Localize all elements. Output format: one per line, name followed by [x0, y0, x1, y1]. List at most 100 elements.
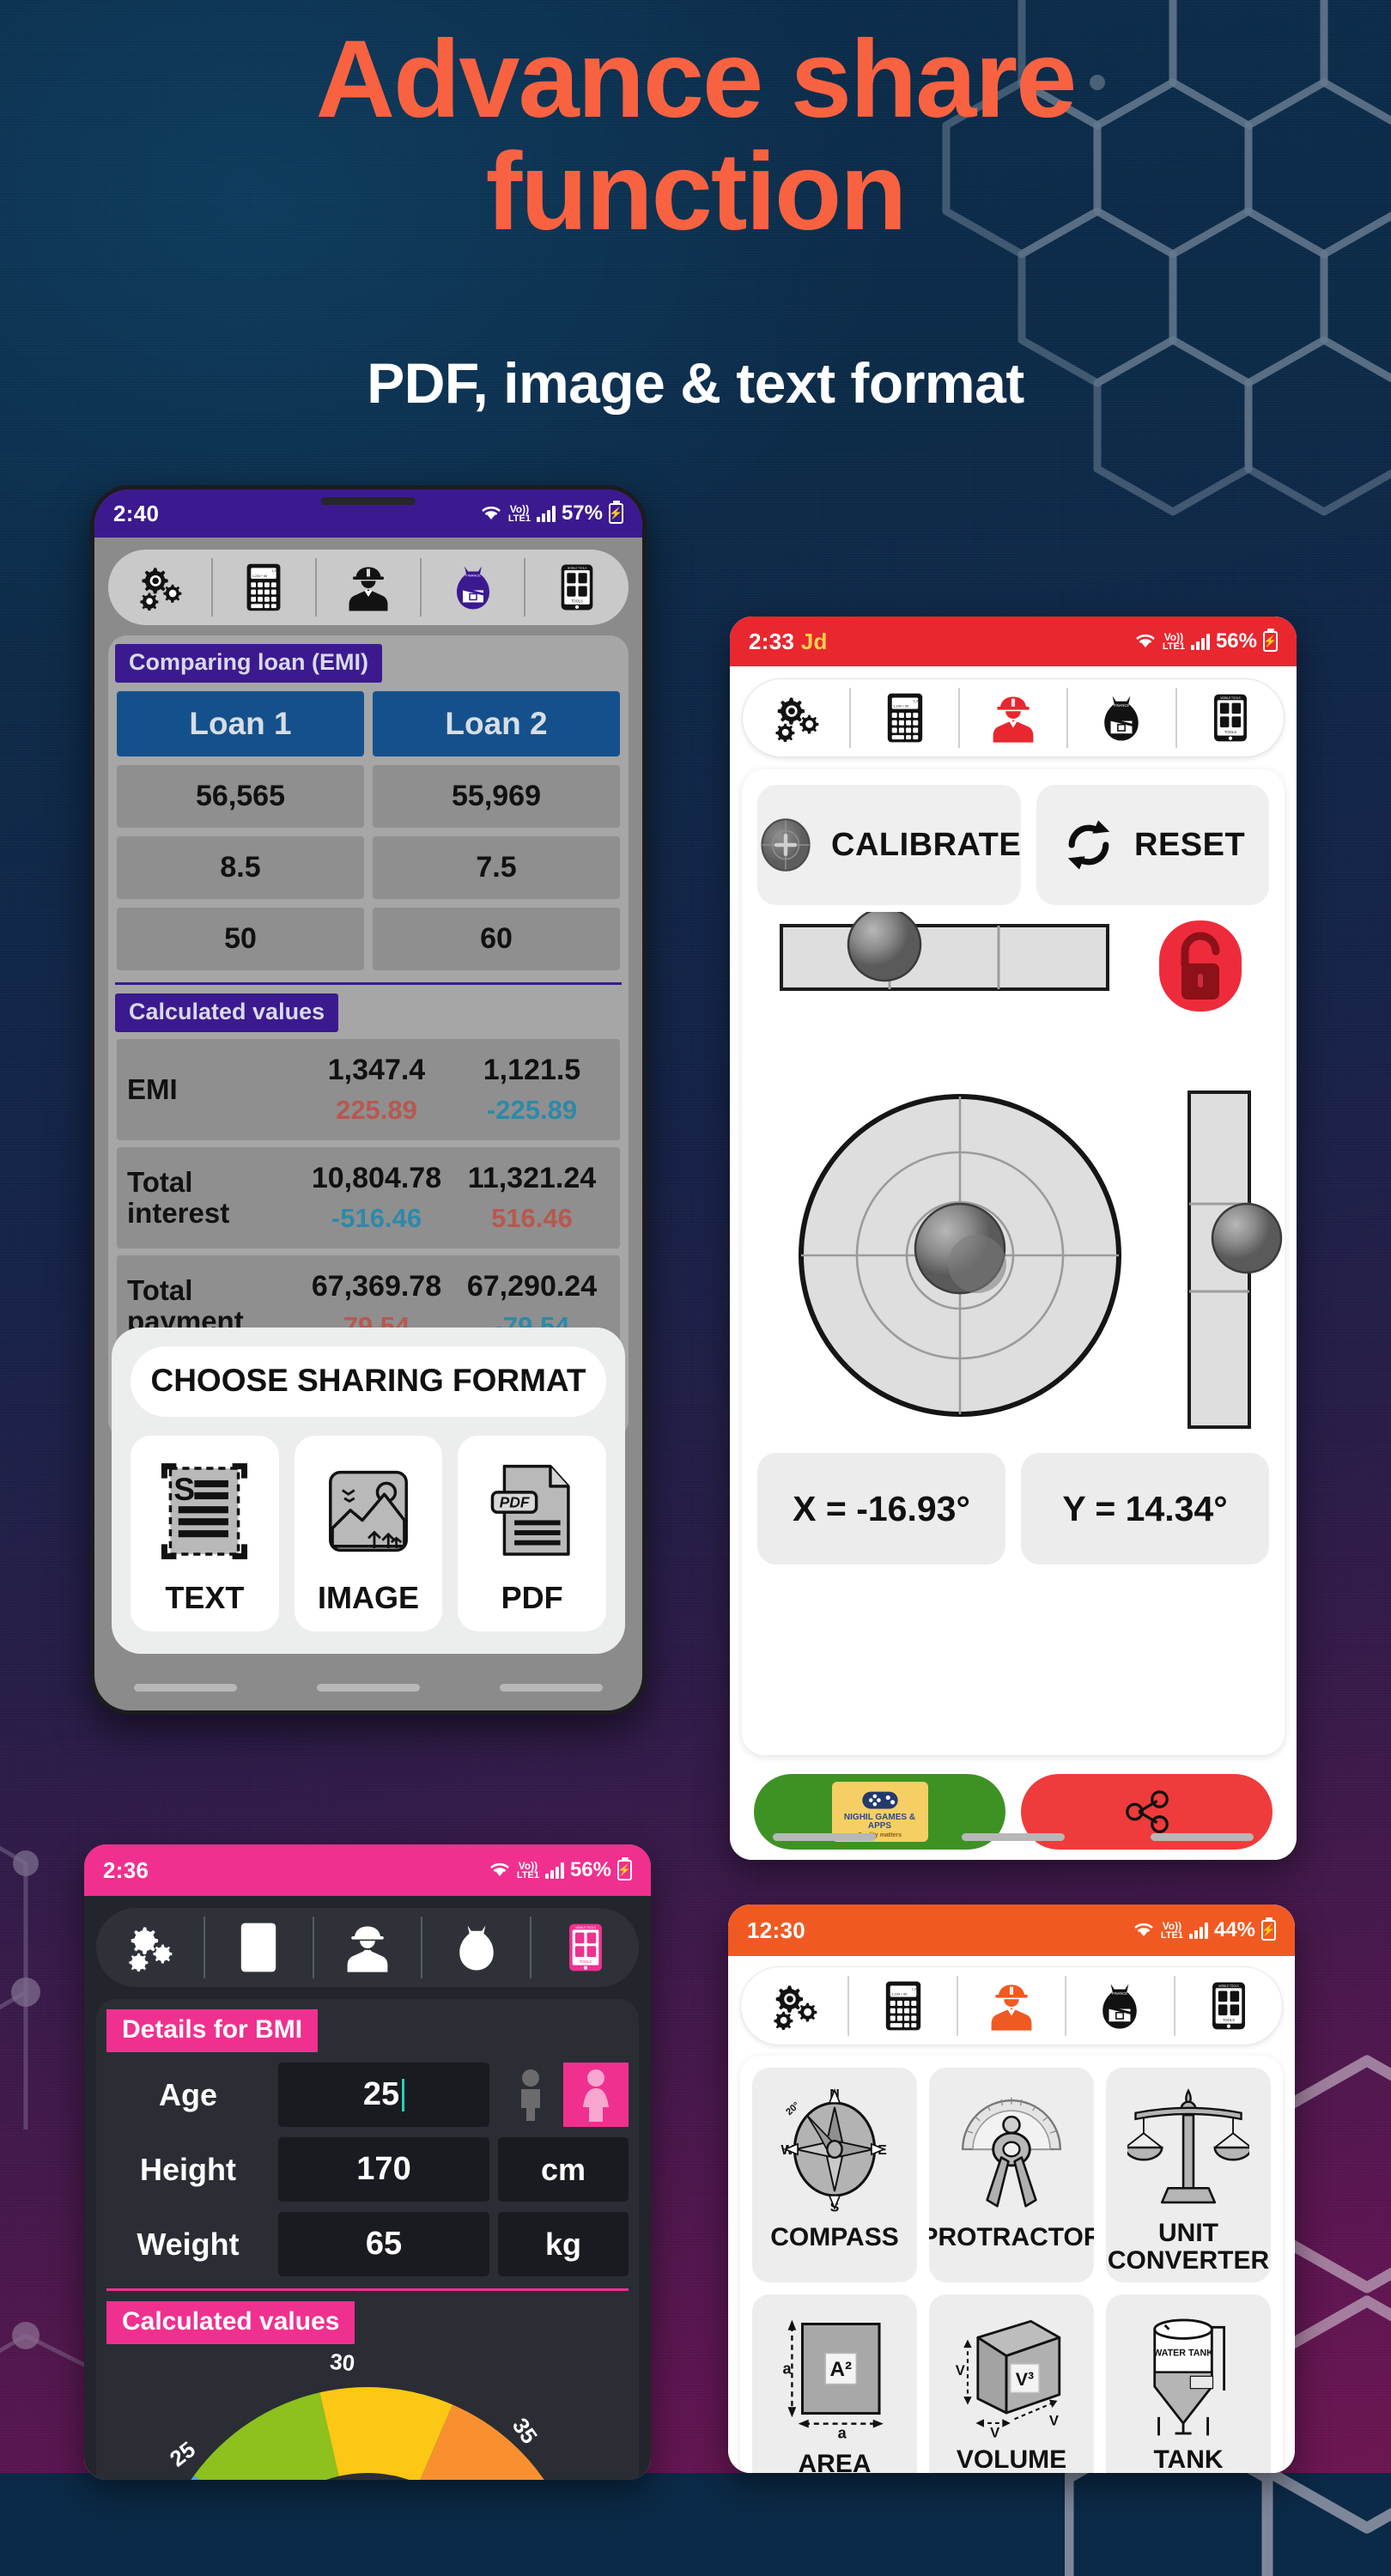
phone-mockup-level: 2:33 Jd Vo)) LTE1 56% ⚡ CALIBRATE RESET … [730, 617, 1297, 1860]
bmi-details-panel: Details for BMI Age 25 Height 170 cm Wei… [96, 1999, 639, 2480]
area-square-icon: A² a a [783, 2319, 884, 2440]
tools-grid: N S WE 20° COMPASS [752, 2068, 1271, 2473]
reset-button[interactable]: RESET [1036, 785, 1269, 905]
loan1-amount[interactable]: 56,565 [117, 765, 364, 828]
loan2-rate[interactable]: 7.5 [373, 836, 620, 899]
signal-bars-icon [1188, 1922, 1208, 1939]
svg-text:V: V [990, 2424, 999, 2438]
horizontal-bubble-tube [780, 907, 1109, 991]
x-angle-readout: X = -16.93° [757, 1453, 1005, 1564]
delta: 225.89 [336, 1095, 417, 1125]
value: 1,121.5 [483, 1054, 581, 1086]
section-title-details-for-bmi: Details for BMI [106, 2009, 319, 2052]
share-options-grid: S TEXT IMAGE PDF PDF [131, 1436, 607, 1631]
table-row: 56,565 55,969 [108, 765, 629, 828]
engineer-icon[interactable] [314, 1923, 422, 1972]
value: 10,804.78 [311, 1162, 442, 1194]
gender-selector[interactable] [498, 2063, 629, 2127]
calculator-icon[interactable] [851, 692, 957, 744]
tool-card-compass[interactable]: N S WE 20° COMPASS [752, 2068, 917, 2282]
engineer-icon[interactable] [317, 563, 420, 611]
gauge-tick-35: 35 [507, 2413, 543, 2448]
svg-text:WATER TANK: WATER TANK [1153, 2348, 1213, 2358]
status-indicators: Vo)) LTE1 44% ⚡ [1133, 1918, 1276, 1942]
mobile-tools-icon[interactable] [531, 1923, 639, 1972]
money-bag-icon[interactable] [1068, 693, 1175, 743]
settings-gears-icon[interactable] [96, 1923, 203, 1971]
loan2-value-cell: 11,321.24 516.46 [454, 1162, 610, 1234]
tool-card-tank-volume[interactable]: WATER TANK TANK VOLUME [1106, 2294, 1271, 2473]
money-bag-icon[interactable] [422, 563, 525, 611]
delta: -225.89 [486, 1095, 578, 1125]
share-format-dialog: CHOOSE SHARING FORMAT S TEXT IMAGE PDF P… [112, 1327, 625, 1654]
money-bag-icon[interactable] [422, 1923, 530, 1972]
weight-input[interactable]: 65 [278, 2212, 489, 2276]
share-option-image[interactable]: IMAGE [294, 1436, 443, 1631]
svg-text:a: a [783, 2360, 793, 2378]
loan2-amount[interactable]: 55,969 [373, 765, 620, 828]
calculator-icon[interactable] [213, 562, 316, 612]
tool-card-unit-converter[interactable]: UNIT CONVERTER [1106, 2068, 1271, 2282]
app-category-toolbar[interactable] [742, 678, 1285, 757]
height-input[interactable]: 170 [278, 2137, 489, 2202]
money-bag-icon[interactable] [1066, 1981, 1173, 2031]
app-category-toolbar[interactable] [108, 550, 629, 625]
tools-app-screen: 12:30 Vo)) LTE1 44% ⚡ 20° COMPASS PROTRA… [728, 1905, 1295, 2473]
mobile-tools-icon[interactable] [1177, 693, 1284, 743]
app-category-toolbar[interactable] [96, 1908, 639, 1987]
section-divider [115, 982, 622, 985]
wifi-icon [490, 1862, 509, 1876]
level-panel: CALIBRATE RESET X = -16.93° Y = 14.34° [742, 769, 1285, 1755]
phone-notch [321, 497, 416, 505]
battery-percent: 57% [561, 501, 603, 525]
engineer-icon[interactable] [960, 693, 1066, 743]
column-header-loan1[interactable]: Loan 1 [117, 691, 364, 756]
engineer-icon[interactable] [958, 1981, 1065, 2031]
android-navigation-bar [94, 1664, 642, 1710]
water-tank-icon: WATER TANK [1153, 2318, 1226, 2435]
column-header-loan2[interactable]: Loan 2 [373, 691, 620, 756]
app-category-toolbar[interactable] [740, 1966, 1283, 2045]
option-label: PDF [501, 1580, 563, 1615]
mobile-tools-icon[interactable] [525, 563, 629, 611]
tool-card-protractor[interactable]: PROTRACTOR [929, 2068, 1094, 2282]
share-option-pdf[interactable]: PDF PDF [458, 1436, 607, 1631]
tool-label: AREA [798, 2450, 872, 2473]
signal-bars-icon [536, 505, 556, 522]
tool-label: VOLUME (METAL) [956, 2445, 1067, 2473]
row-label: Total interest [127, 1165, 230, 1229]
calculated-row-emi: EMI 1,347.4 225.89 1,121.5 -225.89 [117, 1039, 620, 1140]
tool-card-volume[interactable]: V³ VVV VOLUME [929, 2294, 1094, 2473]
status-time: 2:33 Jd [749, 628, 828, 654]
age-input[interactable]: 25 [278, 2063, 489, 2127]
tool-card-area[interactable]: A² a a AREA [752, 2294, 917, 2473]
wifi-icon [1136, 634, 1155, 647]
emi-comparison-panel: Comparing loan (EMI) Loan 1 Loan 2 56,56… [108, 635, 629, 1439]
loan1-rate[interactable]: 8.5 [117, 836, 364, 899]
signal-bars-icon [1190, 633, 1210, 650]
calibrate-button[interactable]: CALIBRATE [757, 785, 1022, 905]
settings-gears-icon[interactable] [741, 1982, 847, 2030]
network-label: Vo)) LTE1 [1162, 630, 1185, 652]
wifi-icon [482, 506, 501, 519]
weight-unit[interactable]: kg [498, 2212, 629, 2276]
gender-option-male[interactable] [498, 2063, 563, 2127]
settings-gears-icon[interactable] [743, 694, 849, 742]
gender-option-female[interactable] [563, 2063, 629, 2127]
height-unit[interactable]: cm [498, 2137, 629, 2202]
status-time: 12:30 [747, 1917, 805, 1943]
loan2-tenure[interactable]: 60 [373, 908, 620, 970]
calculator-icon[interactable] [205, 1922, 313, 1973]
circular-bubble-level [799, 1094, 1121, 1417]
battery-icon: ⚡ [1261, 1920, 1276, 1941]
svg-text:V³: V³ [1016, 2369, 1034, 2390]
wifi-icon [1134, 1923, 1153, 1936]
calculator-icon[interactable] [849, 1980, 956, 2032]
loan1-tenure[interactable]: 50 [117, 908, 364, 970]
settings-gears-icon[interactable] [108, 564, 211, 611]
svg-text:PDF: PDF [499, 1493, 530, 1510]
share-option-text[interactable]: S TEXT [131, 1436, 279, 1631]
bmi-gauge-chart: 18.5 25 30 35 [106, 2344, 629, 2480]
mobile-tools-icon[interactable] [1175, 1981, 1282, 2031]
text-document-icon: S [161, 1463, 248, 1559]
